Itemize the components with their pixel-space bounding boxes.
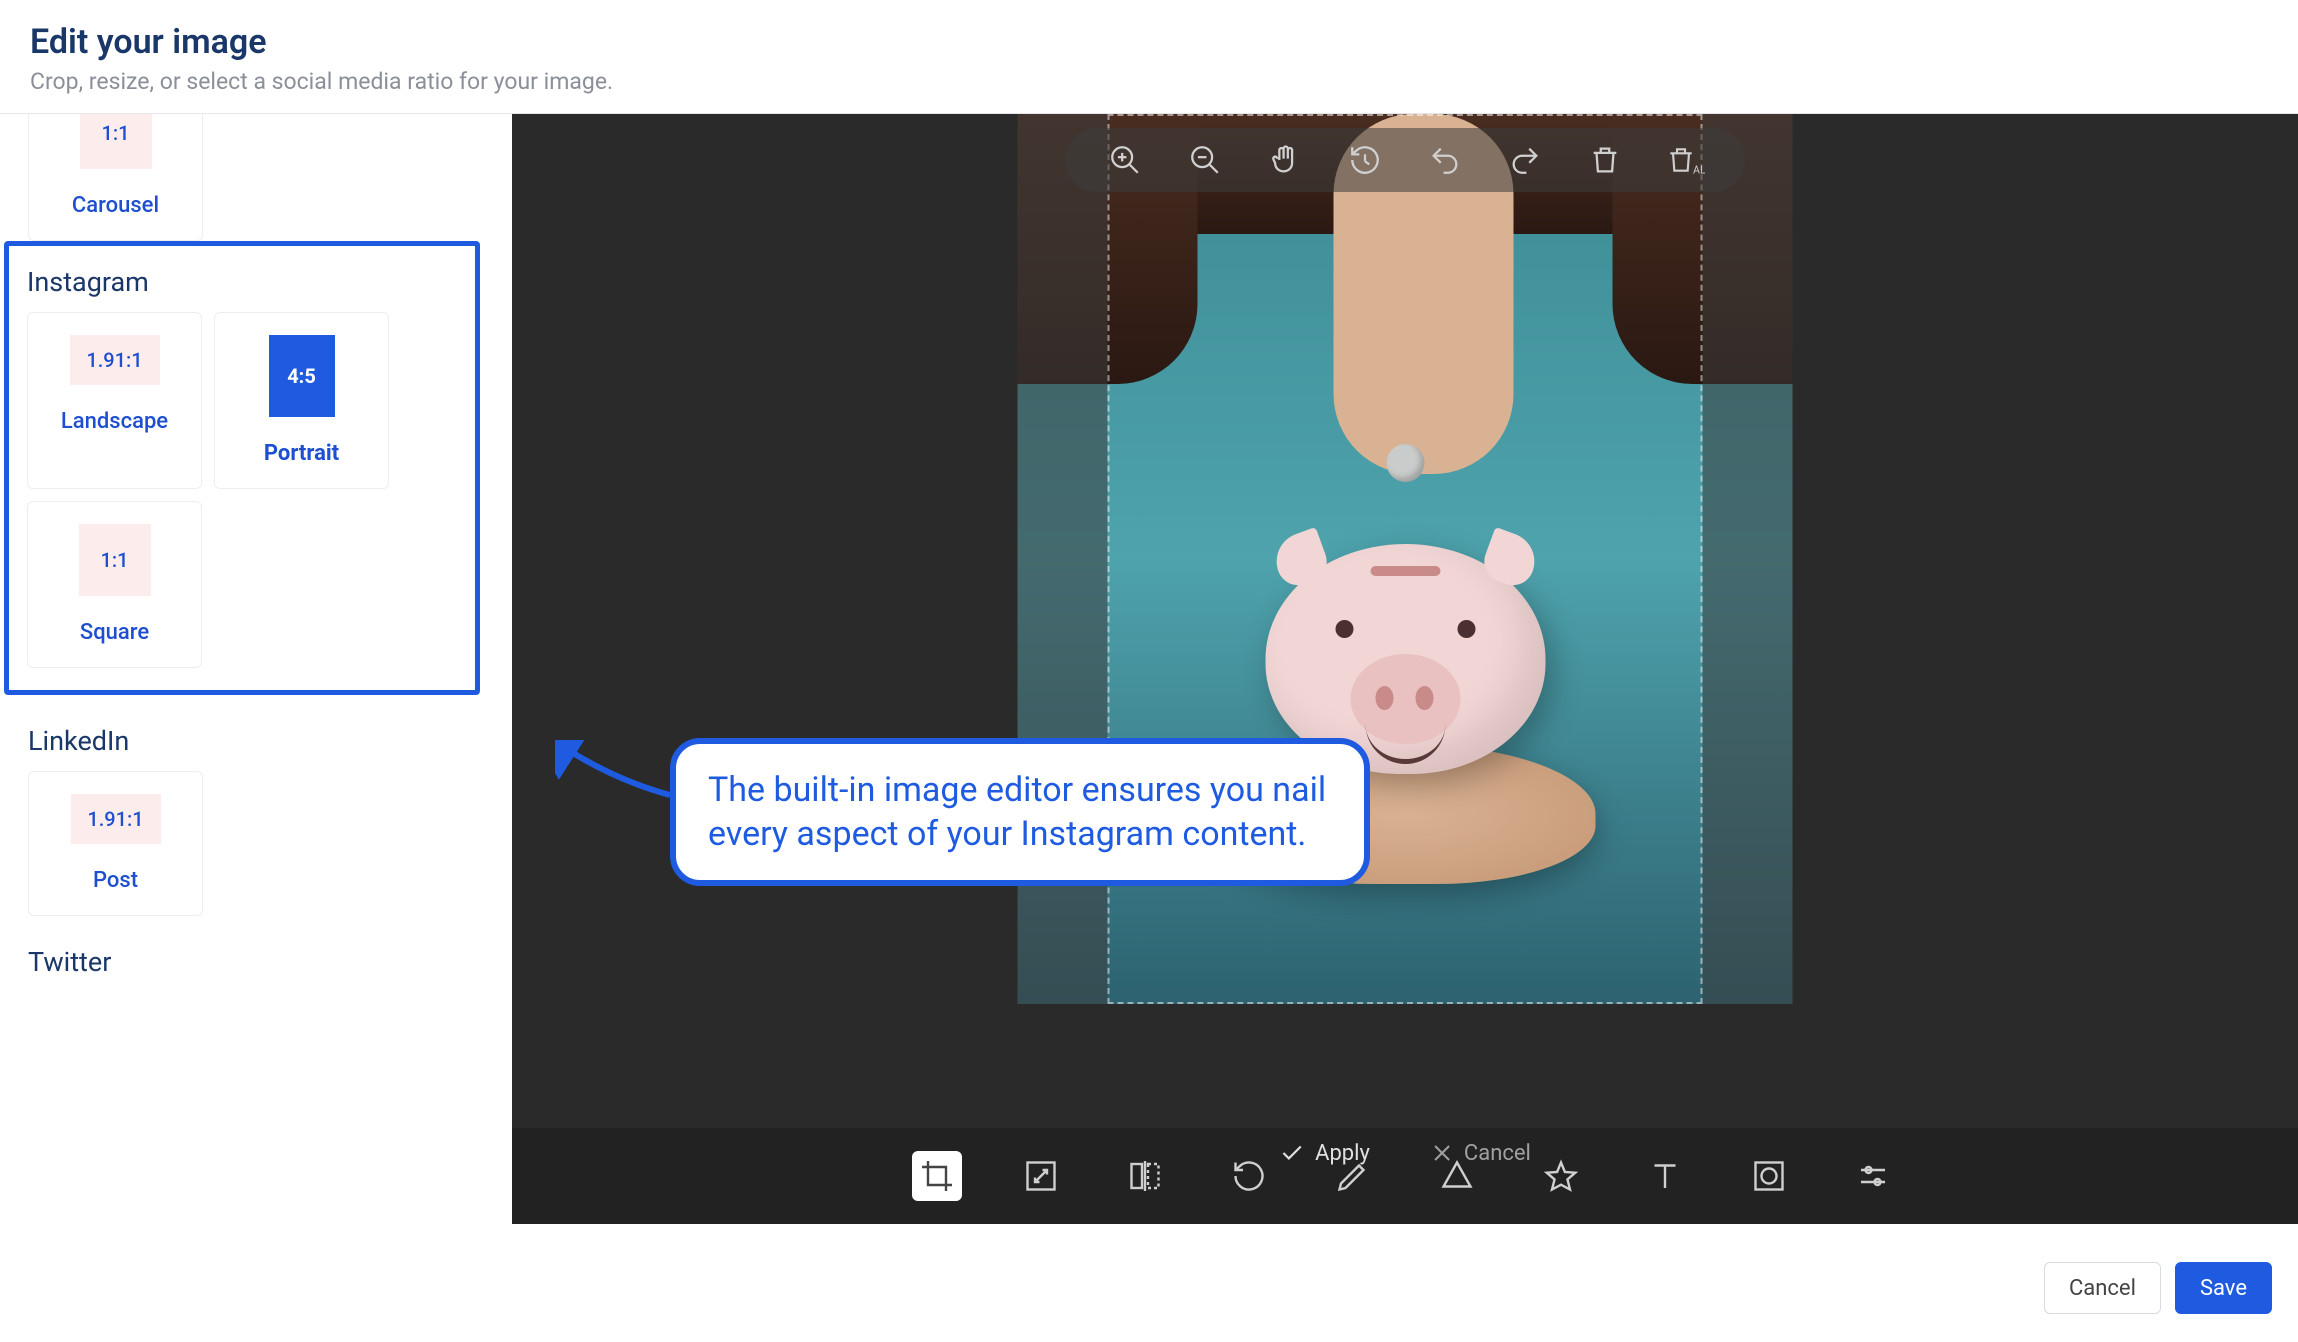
undo-icon[interactable]	[1425, 140, 1465, 180]
dialog-header: Edit your image Crop, resize, or select …	[0, 0, 2298, 114]
cancel-crop-button[interactable]: Cancel	[1430, 1140, 1531, 1166]
ratio-label: Post	[93, 868, 138, 893]
annotation-callout: The built-in image editor ensures you na…	[670, 738, 1370, 886]
ratio-label: Portrait	[264, 441, 339, 466]
delete-icon[interactable]	[1585, 140, 1625, 180]
adjust-icon[interactable]	[1848, 1151, 1898, 1201]
zoom-in-icon[interactable]	[1105, 140, 1145, 180]
highlighted-section-instagram: Instagram 1.91:1 Landscape 4:5 Portrait 1:1 S…	[4, 241, 480, 695]
ratio-sidebar: 1:1 Carousel Instagram 1.91:1 Landscape 4:…	[0, 114, 512, 1224]
crop-confirm-row: Apply Cancel	[1279, 1140, 1531, 1166]
ratio-option-post[interactable]: 1.91:1 Post	[28, 771, 203, 916]
dialog-subtitle: Crop, resize, or select a social media r…	[30, 68, 2268, 95]
callout-arrow	[555, 740, 675, 820]
ratio-option-square[interactable]: 1:1 Square	[27, 501, 202, 668]
mask-icon[interactable]	[1744, 1151, 1794, 1201]
image-canvas[interactable]: ALL Apply Cancel	[512, 114, 2298, 1224]
redo-icon[interactable]	[1505, 140, 1545, 180]
ratio-label: Landscape	[61, 409, 168, 434]
apply-label: Apply	[1315, 1141, 1370, 1166]
history-icon[interactable]	[1345, 140, 1385, 180]
flip-icon[interactable]	[1120, 1151, 1170, 1201]
rotate-icon[interactable]	[1224, 1151, 1274, 1201]
resize-icon[interactable]	[1016, 1151, 1066, 1201]
platform-title-linkedin: LinkedIn	[28, 725, 484, 757]
cancel-button[interactable]: Cancel	[2044, 1262, 2161, 1314]
svg-text:ALL: ALL	[1693, 163, 1705, 176]
dialog-footer: Cancel Save	[2044, 1262, 2272, 1314]
delete-all-icon[interactable]: ALL	[1665, 140, 1705, 180]
platform-title-twitter: Twitter	[28, 946, 484, 978]
ratio-label: Carousel	[72, 193, 159, 218]
ratio-option-portrait[interactable]: 4:5 Portrait	[214, 312, 389, 489]
star-icon[interactable]	[1536, 1151, 1586, 1201]
ratio-label: Square	[80, 620, 149, 645]
save-button[interactable]: Save	[2175, 1262, 2272, 1314]
platform-title-instagram: Instagram	[27, 266, 457, 298]
dialog-title: Edit your image	[30, 22, 2268, 62]
ratio-option-landscape[interactable]: 1.91:1 Landscape	[27, 312, 202, 489]
pan-hand-icon[interactable]	[1265, 140, 1305, 180]
crop-icon[interactable]	[912, 1151, 962, 1201]
text-icon[interactable]	[1640, 1151, 1690, 1201]
ratio-box: 4:5	[269, 335, 335, 417]
canvas-top-toolbar: ALL	[1065, 128, 1745, 192]
ratio-box: 1:1	[80, 114, 152, 169]
zoom-out-icon[interactable]	[1185, 140, 1225, 180]
apply-button[interactable]: Apply	[1279, 1140, 1370, 1166]
ratio-option-carousel[interactable]: 1:1 Carousel	[28, 114, 203, 241]
cancel-label: Cancel	[1464, 1141, 1531, 1166]
ratio-box: 1.91:1	[71, 794, 161, 844]
ratio-box: 1:1	[79, 524, 151, 596]
ratio-box: 1.91:1	[70, 335, 160, 385]
